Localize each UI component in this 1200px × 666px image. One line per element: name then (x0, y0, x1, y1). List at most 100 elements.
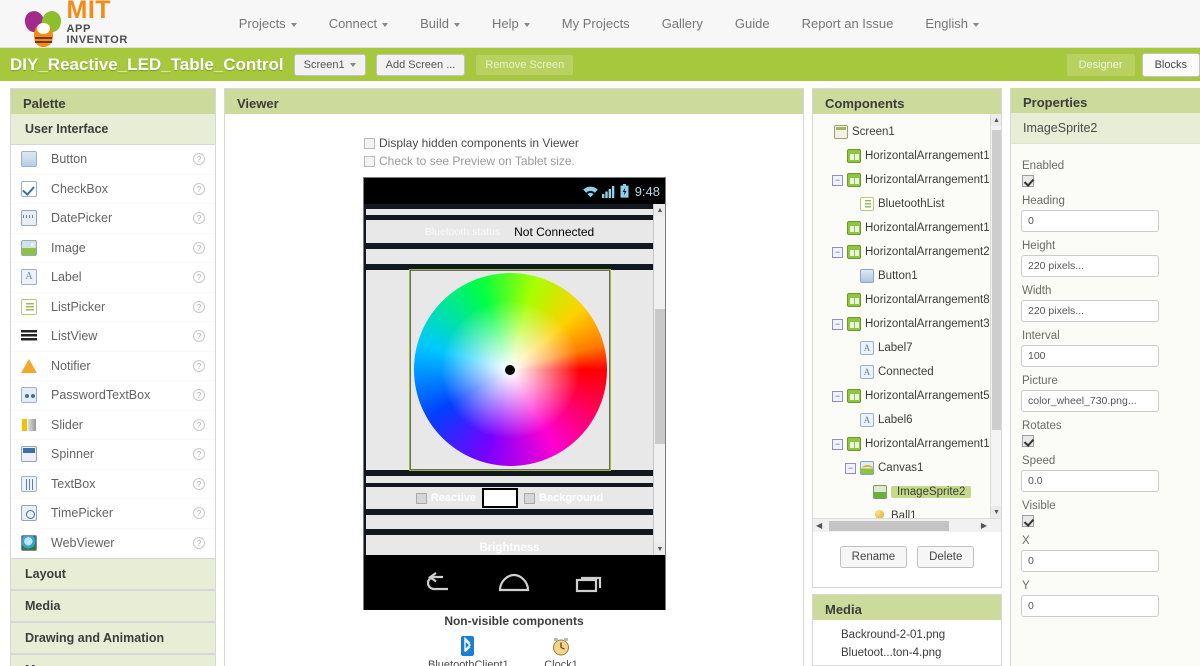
brightness-label-bar[interactable]: Brightness (366, 535, 653, 555)
non-visible-bluetooth-client[interactable]: BluetoothClient1 (428, 636, 506, 666)
palette-item-image[interactable]: Image? (11, 234, 215, 264)
ball1-marker[interactable] (505, 365, 515, 375)
palette-item-checkbox[interactable]: CheckBox? (11, 175, 215, 205)
palette-item-listpicker[interactable]: ListPicker? (11, 293, 215, 323)
phone-preview[interactable]: 9:48 ▲ ▼ Bluetooth status Not Connected (363, 177, 666, 610)
tree-node-horizontalarrangement2[interactable]: −HorizontalArrangement2 (819, 240, 1001, 264)
tree-hscroll-thumb[interactable] (829, 521, 949, 531)
color-swatch[interactable] (482, 488, 518, 508)
palette-item-listview[interactable]: ListView? (11, 322, 215, 352)
help-icon[interactable]: ? (193, 448, 205, 460)
tree-node-label7[interactable]: ALabel7 (819, 336, 1001, 360)
property-input-speed[interactable]: 0.0 (1021, 470, 1159, 492)
mit-app-inventor-logo[interactable]: MIT APP INVENTOR (22, 0, 145, 49)
tree-expander-icon[interactable]: − (832, 319, 843, 330)
property-input-y[interactable]: 0 (1021, 595, 1159, 617)
palette-item-datepicker[interactable]: DatePicker? (11, 204, 215, 234)
palette-section-drawing-and-animation[interactable]: Drawing and Animation (11, 622, 215, 654)
remove-screen-button[interactable]: Remove Screen (475, 54, 574, 76)
property-input-interval[interactable]: 100 (1021, 345, 1159, 367)
component-tree-vscrollbar[interactable]: ▲ ▼ (990, 114, 1001, 518)
property-input-x[interactable]: 0 (1021, 550, 1159, 572)
palette-item-textbox[interactable]: TextBox? (11, 470, 215, 500)
tab-blocks[interactable]: Blocks (1142, 53, 1200, 77)
tree-node-horizontalarrangement1[interactable]: −HorizontalArrangement1 (819, 168, 1001, 192)
tree-scroll-down-arrow[interactable]: ▼ (991, 506, 1001, 518)
palette-item-notifier[interactable]: Notifier? (11, 352, 215, 382)
tree-node-screen1[interactable]: Screen1 (819, 120, 1001, 144)
scrollbar-thumb[interactable] (655, 309, 665, 444)
reactive-checkbox[interactable] (416, 493, 427, 504)
tree-node-horizontalarrangement13[interactable]: −HorizontalArrangement13 (819, 432, 1001, 456)
delete-button[interactable]: Delete (917, 546, 974, 568)
palette-item-label[interactable]: ALabel? (11, 263, 215, 293)
phone-screen[interactable]: ▲ ▼ Bluetooth status Not Connected (364, 204, 665, 555)
help-icon[interactable]: ? (193, 183, 205, 195)
tree-expander-icon[interactable]: − (845, 463, 856, 474)
component-tree[interactable]: Screen1HorizontalArrangement18−Horizonta… (813, 114, 1001, 518)
scroll-up-arrow[interactable]: ▲ (654, 204, 665, 216)
recents-icon[interactable] (575, 573, 605, 593)
tree-node-horizontalarrangement17[interactable]: HorizontalArrangement17 (819, 216, 1001, 240)
tree-node-ball1[interactable]: Ball1 (819, 504, 1001, 518)
nav-report-issue[interactable]: Report an Issue (786, 16, 910, 31)
nav-my-projects[interactable]: My Projects (546, 16, 646, 31)
tree-node-button1[interactable]: Button1 (819, 264, 1001, 288)
scroll-down-arrow[interactable]: ▼ (654, 543, 665, 555)
help-icon[interactable]: ? (193, 212, 205, 224)
help-icon[interactable]: ? (193, 153, 205, 165)
help-icon[interactable]: ? (193, 419, 205, 431)
tree-node-connected[interactable]: AConnected (819, 360, 1001, 384)
palette-item-spinner[interactable]: Spinner? (11, 440, 215, 470)
tree-node-canvas1[interactable]: −Canvas1 (819, 456, 1001, 480)
palette-section-maps[interactable]: Maps (11, 654, 215, 666)
property-checkbox-rotates[interactable] (1022, 435, 1034, 447)
arrangement-8[interactable] (366, 476, 653, 483)
tree-node-horizontalarrangement18[interactable]: HorizontalArrangement18 (819, 144, 1001, 168)
arrangement-5[interactable] (366, 515, 653, 529)
help-icon[interactable]: ? (193, 478, 205, 490)
tree-node-imagesprite2[interactable]: ImageSprite2 (819, 480, 1001, 504)
component-tree-hscrollbar[interactable]: ◀ ▶ (813, 518, 1001, 532)
palette-item-button[interactable]: Button? (11, 145, 215, 175)
media-file[interactable]: Backround-2-01.png (813, 626, 1001, 644)
palette-item-timepicker[interactable]: TimePicker? (11, 499, 215, 529)
help-icon[interactable]: ? (193, 360, 205, 372)
back-icon[interactable] (424, 572, 454, 594)
tree-node-horizontalarrangement8[interactable]: HorizontalArrangement8 (819, 288, 1001, 312)
tree-expander-icon[interactable]: − (832, 391, 843, 402)
background-checkbox[interactable] (524, 493, 535, 504)
property-checkbox-visible[interactable] (1022, 515, 1034, 527)
tree-node-horizontalarrangement3[interactable]: −HorizontalArrangement3 (819, 312, 1001, 336)
home-icon[interactable] (498, 573, 530, 593)
tree-node-bluetoothlist[interactable]: BluetoothList (819, 192, 1001, 216)
property-input-height[interactable]: 220 pixels... (1021, 255, 1159, 277)
tab-designer[interactable]: Designer (1066, 53, 1136, 77)
palette-section-media[interactable]: Media (11, 590, 215, 622)
nav-connect[interactable]: Connect (313, 16, 404, 31)
help-icon[interactable]: ? (193, 301, 205, 313)
tree-scroll-left-arrow[interactable]: ◀ (816, 521, 822, 530)
nav-help[interactable]: Help (476, 16, 546, 31)
palette-section-user-interface[interactable]: User Interface (11, 114, 215, 145)
arrangement-1-bluetooth[interactable]: Bluetooth status Not Connected (366, 220, 653, 243)
non-visible-clock[interactable]: Clock1 (522, 636, 600, 666)
tree-scroll-up-arrow[interactable]: ▲ (991, 114, 1001, 126)
help-icon[interactable]: ? (193, 271, 205, 283)
tree-node-label6[interactable]: ALabel6 (819, 408, 1001, 432)
add-screen-button[interactable]: Add Screen ... (376, 54, 466, 76)
arrangement-13-canvas-row[interactable] (366, 270, 653, 470)
tree-expander-icon[interactable]: − (832, 439, 843, 450)
help-icon[interactable]: ? (193, 537, 205, 549)
arrangement-3-toggles[interactable]: Reactive Background (366, 487, 653, 509)
nav-guide[interactable]: Guide (719, 16, 786, 31)
help-icon[interactable]: ? (193, 330, 205, 342)
phone-screen-scrollbar[interactable]: ▲ ▼ (653, 204, 665, 555)
nav-build[interactable]: Build (404, 16, 476, 31)
arrangement-18[interactable] (366, 209, 653, 215)
property-input-heading[interactable]: 0 (1021, 210, 1159, 232)
palette-item-passwordtextbox[interactable]: PasswordTextBox? (11, 381, 215, 411)
tree-expander-icon[interactable]: − (832, 247, 843, 258)
help-icon[interactable]: ? (193, 507, 205, 519)
property-input-picture[interactable]: color_wheel_730.png... (1021, 390, 1159, 412)
